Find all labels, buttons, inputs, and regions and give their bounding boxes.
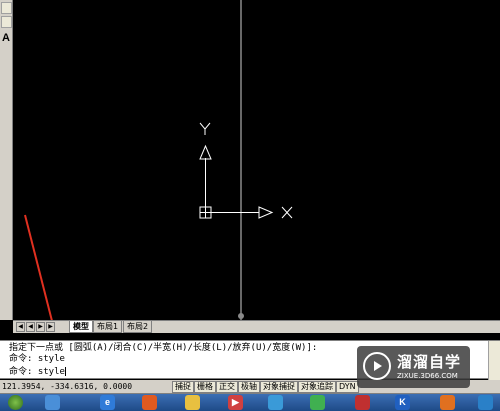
tab-last-button[interactable]: ▶ (46, 322, 55, 332)
command-input[interactable]: 命令: style (9, 366, 66, 378)
command-scrollbar[interactable] (488, 341, 500, 380)
coordinate-readout: 121.3954, -334.6316, 0.0000 (2, 382, 133, 391)
otrack-toggle[interactable]: 对象追踪 (298, 381, 336, 393)
tab-layout1[interactable]: 布局1 (93, 321, 123, 333)
tab-prev-button[interactable]: ◀ (26, 322, 35, 332)
tab-layout2[interactable]: 布局2 (123, 321, 153, 333)
text-tool-icon[interactable]: A (2, 32, 10, 44)
ucs-icon (199, 144, 274, 219)
palette-button-2[interactable] (1, 16, 12, 28)
watermark: 溜溜自学 ZIXUE.3D66.COM (357, 346, 470, 388)
dyn-toggle[interactable]: DYN (336, 381, 359, 393)
folder-icon[interactable] (185, 395, 200, 410)
app-icon[interactable] (440, 395, 455, 410)
app-icon[interactable] (355, 395, 370, 410)
command-input-text: 命令: style (9, 367, 65, 377)
app-icon[interactable] (310, 395, 325, 410)
tab-first-button[interactable]: ◀ (16, 322, 25, 332)
tab-model[interactable]: 模型 (69, 321, 93, 333)
ucs-x-label (281, 206, 293, 219)
snap-toggle[interactable]: 捕捉 (172, 381, 194, 393)
canvas-svg (24, 0, 293, 320)
text-cursor (64, 367, 66, 376)
watermark-play-icon (363, 352, 391, 380)
osnap-toggle[interactable]: 对象捕捉 (260, 381, 298, 393)
layout-tabs-bar: ◀ ◀ ▶ ▶ 模型 布局1 布局2 (13, 320, 500, 333)
tab-next-button[interactable]: ▶ (36, 322, 45, 332)
windows-taskbar: e ▶ K (0, 394, 500, 411)
ortho-toggle[interactable]: 正交 (216, 381, 238, 393)
media-icon[interactable]: ▶ (228, 395, 243, 410)
watermark-url: ZIXUE.3D66.COM (397, 372, 458, 380)
drawing-canvas[interactable] (13, 0, 500, 320)
command-history-line: 命令: style (9, 354, 65, 364)
start-orb-icon[interactable] (8, 395, 23, 410)
palette-button-1[interactable] (1, 2, 12, 14)
ucs-y-label (199, 122, 211, 135)
ie-icon[interactable]: e (100, 395, 115, 410)
polar-toggle[interactable]: 极轴 (238, 381, 260, 393)
app-icon[interactable] (45, 395, 60, 410)
app-icon[interactable] (142, 395, 157, 410)
app-icon[interactable] (478, 395, 493, 410)
app-icon[interactable] (268, 395, 283, 410)
grid-toggle[interactable]: 栅格 (194, 381, 216, 393)
tool-palette: A (0, 0, 13, 320)
annotation-arrow (24, 214, 53, 320)
watermark-title: 溜溜自学 (397, 353, 462, 371)
app-icon[interactable]: K (395, 395, 410, 410)
viewport-grip (238, 313, 244, 319)
